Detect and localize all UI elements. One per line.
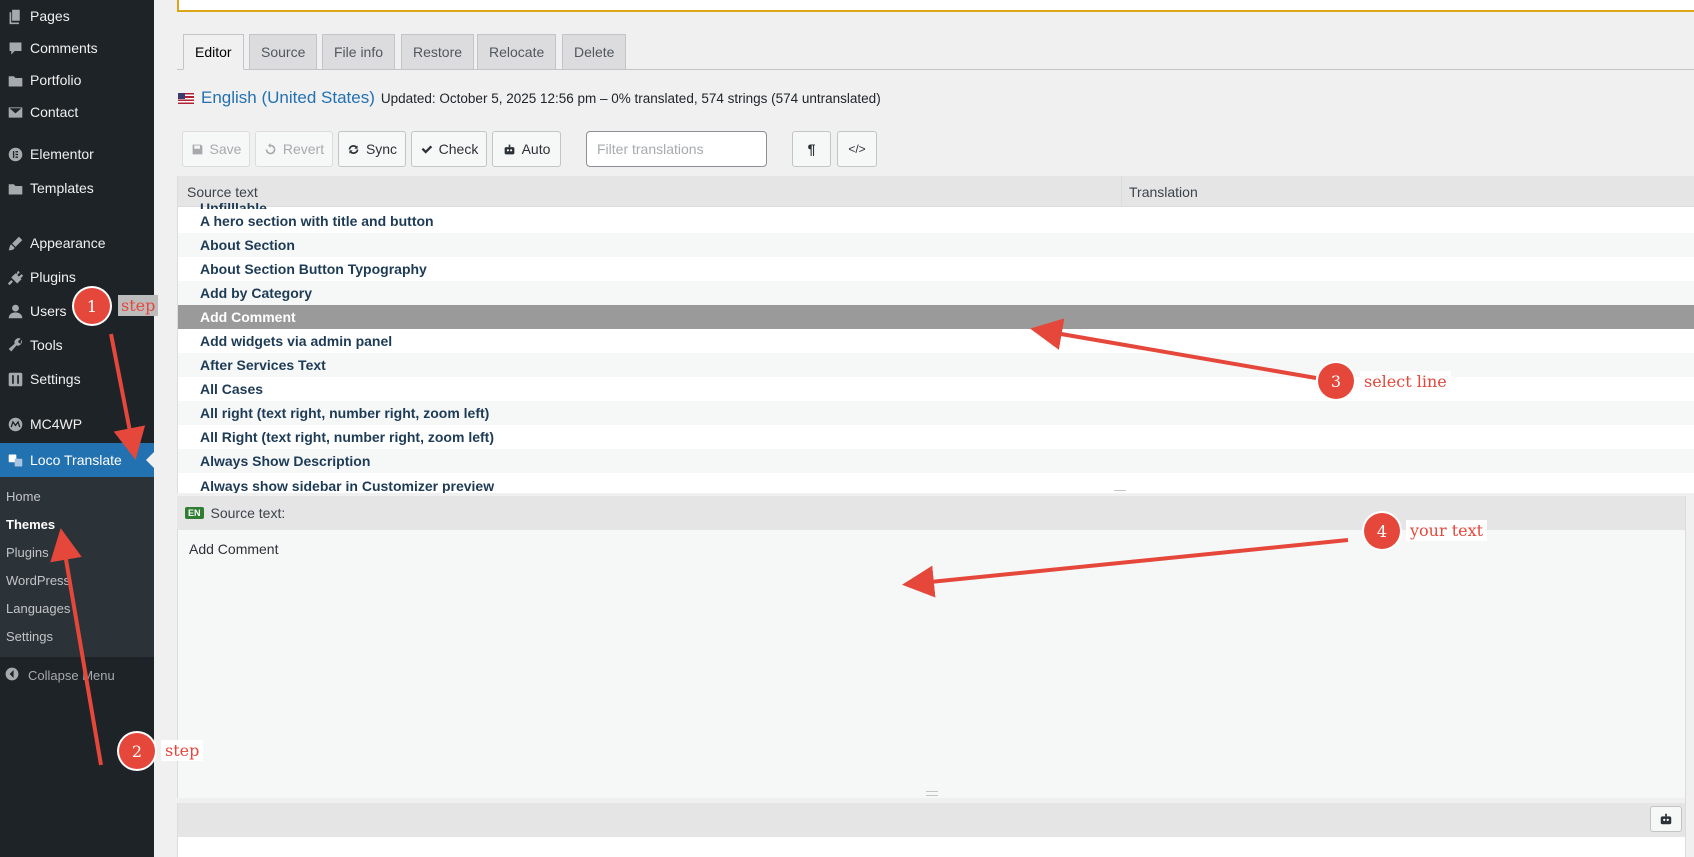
toggle-code-button[interactable]: </> — [837, 131, 877, 167]
grid-row[interactable]: After Services Text — [178, 353, 1694, 377]
translation-panel-header — [177, 803, 1685, 837]
collapse-menu-label: Collapse Menu — [28, 667, 115, 683]
menu-item-comments[interactable]: Comments — [0, 31, 154, 65]
auto-translate-single-button[interactable] — [1650, 806, 1682, 832]
save-button[interactable]: Save — [182, 131, 250, 167]
grid-row[interactable]: All Cases — [178, 377, 1694, 401]
step-note-4: your text — [1406, 520, 1488, 541]
loco-submenu: Home Themes Plugins WordPress Languages … — [0, 477, 154, 657]
check-button[interactable]: Check — [411, 131, 487, 167]
grid-row[interactable]: About Section Button Typography — [178, 257, 1694, 281]
robot-icon — [1660, 813, 1672, 825]
filter-translations-input[interactable] — [586, 131, 767, 167]
scrollbar[interactable] — [1685, 496, 1694, 857]
step-badge-4: 4 — [1364, 513, 1400, 549]
menu-item-mc4wp[interactable]: MC4WP — [0, 407, 154, 441]
wrench-icon — [0, 337, 30, 354]
menu-item-portfolio[interactable]: Portfolio — [0, 63, 154, 97]
revert-icon — [265, 142, 276, 154]
grid-row-selected[interactable]: Add Comment — [178, 305, 1694, 329]
language-link[interactable]: English (United States) — [201, 88, 375, 108]
menu-item-elementor[interactable]: Elementor — [0, 137, 154, 171]
step-note-1: step — [118, 295, 159, 316]
step-note-3: select line — [1360, 371, 1451, 392]
grid-row[interactable]: All right (text right, number right, zoo… — [178, 401, 1694, 425]
language-meta: Updated: October 5, 2025 12:56 pm – 0% t… — [380, 90, 881, 106]
tab-editor[interactable]: Editor — [183, 34, 244, 70]
portfolio-icon — [0, 72, 30, 89]
tab-file-info[interactable]: File info — [322, 34, 396, 70]
user-icon — [0, 303, 30, 320]
collapse-menu-button[interactable]: Collapse Menu — [0, 664, 154, 686]
submenu-wordpress[interactable]: WordPress — [6, 573, 70, 588]
tab-source[interactable]: Source — [249, 34, 318, 70]
tab-delete[interactable]: Delete — [562, 34, 627, 70]
step-badge-3: 3 — [1318, 363, 1354, 399]
grid-row[interactable]: Unfilllable — [178, 195, 1694, 209]
menu-item-tools[interactable]: Tools — [0, 328, 154, 362]
menu-item-appearance[interactable]: Appearance — [0, 226, 154, 260]
elementor-icon — [0, 146, 30, 163]
submenu-languages[interactable]: Languages — [6, 601, 70, 616]
step-badge-2: 2 — [119, 733, 155, 769]
toggle-invisibles-button[interactable]: ¶ — [792, 131, 831, 167]
robot-icon — [504, 144, 514, 154]
step-badge-1: 1 — [74, 288, 110, 324]
language-status-line: English (United States) Updated: October… — [178, 88, 881, 108]
translation-input-area[interactable] — [177, 837, 1685, 857]
source-text-value: Add Comment — [189, 541, 279, 557]
submenu-themes[interactable]: Themes — [6, 517, 55, 532]
collapse-arrow-icon — [4, 666, 28, 685]
menu-item-settings[interactable]: Settings — [0, 362, 154, 396]
translation-grid: Source text Translation Unfilllable A he… — [177, 176, 1694, 493]
tab-relocate[interactable]: Relocate — [477, 34, 557, 70]
sync-icon — [348, 144, 359, 154]
submenu-home[interactable]: Home — [6, 489, 41, 504]
mc4wp-icon — [0, 416, 30, 433]
save-icon — [192, 144, 202, 154]
tab-restore[interactable]: Restore — [401, 34, 475, 70]
grid-row[interactable]: Always show sidebar in Customizer previe… — [178, 473, 1694, 493]
grid-row[interactable]: All Right (text right, number right, zoo… — [178, 425, 1694, 449]
translate-icon — [0, 452, 30, 469]
grid-resize-handle[interactable] — [1114, 490, 1126, 492]
grid-row[interactable]: A hero section with title and button — [178, 209, 1694, 233]
source-text-label: Source text: — [210, 505, 286, 521]
brush-icon — [0, 235, 30, 252]
grid-row[interactable]: Add by Category — [178, 281, 1694, 305]
auto-translate-button[interactable]: Auto — [492, 131, 561, 167]
folder-icon — [0, 180, 30, 197]
pages-icon — [0, 8, 30, 25]
grid-row[interactable]: Always Show Description — [178, 449, 1694, 473]
en-language-badge: EN — [185, 507, 204, 519]
grid-row[interactable]: Add widgets via admin panel — [178, 329, 1694, 353]
step-note-2: step — [161, 740, 204, 761]
submenu-plugins[interactable]: Plugins — [6, 545, 49, 560]
check-icon — [421, 144, 432, 154]
settings-icon — [0, 371, 30, 388]
menu-item-pages[interactable]: Pages — [0, 0, 154, 33]
menu-item-templates[interactable]: Templates — [0, 171, 154, 205]
menu-item-loco-translate[interactable]: Loco Translate — [0, 443, 154, 477]
grid-row[interactable]: About Section — [178, 233, 1694, 257]
code-icon: </> — [848, 142, 866, 156]
menu-item-plugins[interactable]: Plugins — [0, 260, 154, 294]
source-text-panel: Add Comment — [177, 530, 1685, 798]
notice-bar — [177, 0, 1694, 12]
us-flag-icon — [178, 92, 194, 104]
revert-button[interactable]: Revert — [255, 131, 333, 167]
submenu-settings[interactable]: Settings — [6, 629, 53, 644]
sync-button[interactable]: Sync — [338, 131, 406, 167]
plugin-icon — [0, 269, 30, 286]
mail-icon — [0, 104, 30, 121]
menu-item-contact[interactable]: Contact — [0, 95, 154, 129]
pilcrow-icon: ¶ — [807, 141, 816, 157]
comments-icon — [0, 40, 30, 57]
admin-sidebar: Pages Comments Portfolio Contact Element… — [0, 0, 154, 857]
